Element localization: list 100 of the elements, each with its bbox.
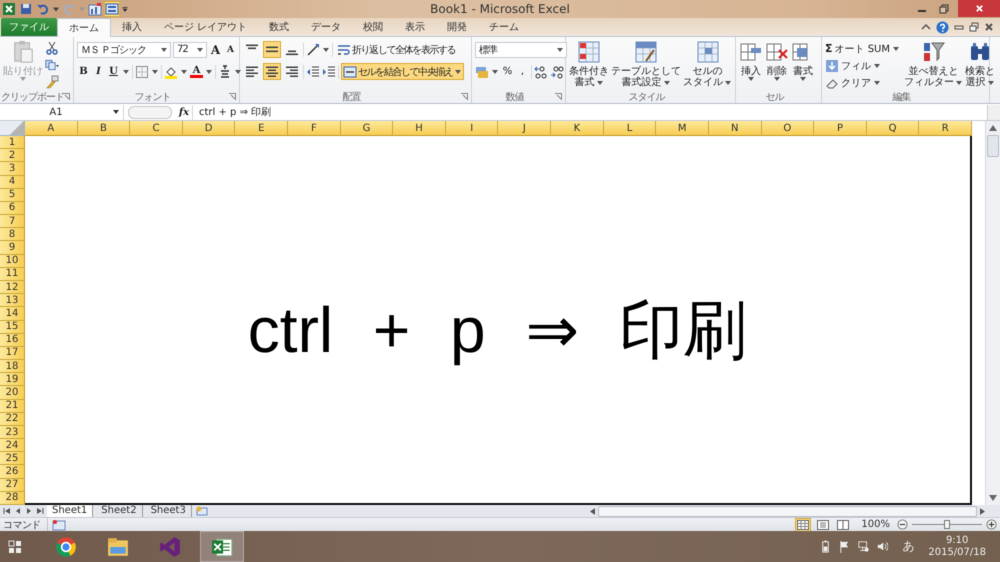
dialog-launcher-icon[interactable] [461,93,468,100]
column-header[interactable]: G [340,121,394,136]
caret-icon[interactable] [206,70,212,74]
row-header[interactable]: 15 [0,320,25,334]
first-sheet-icon[interactable] [3,507,11,515]
save-icon[interactable] [19,2,33,16]
ribbon-tab[interactable]: ホーム [57,18,111,37]
fill-color-icon[interactable] [164,64,178,78]
increase-decimal-icon[interactable] [534,64,548,78]
network-icon[interactable] [858,540,870,553]
clock-date[interactable]: 2015/07/18 [928,546,986,558]
restore-icon[interactable] [969,22,979,32]
ribbon-tab[interactable]: 校閲 [352,18,394,36]
insert-sheet-icon[interactable] [194,506,209,516]
column-header[interactable]: N [708,121,762,136]
fill-button[interactable]: フィル [825,58,881,73]
scrollbar-thumb[interactable] [987,135,999,157]
column-header[interactable]: K [551,121,604,136]
start-icon[interactable] [8,540,22,554]
row-header[interactable]: 28 [0,492,25,505]
font-size-dropdown[interactable]: 72 [173,42,207,58]
cell-style-button[interactable]: セルの スタイル [683,40,732,88]
merge-center-button[interactable]: セルを結合して中央揃え [341,63,464,80]
underline-button[interactable]: U [107,64,120,80]
zoom-out-icon[interactable] [897,519,908,530]
caret-icon[interactable] [181,70,187,74]
spreadsheet-taskbar-button[interactable] [200,531,244,562]
vertical-scrollbar[interactable] [985,121,1000,505]
zoom-slider[interactable] [912,518,982,530]
zoom-in-icon[interactable] [986,519,997,530]
row-header[interactable]: 9 [0,241,25,255]
row-header[interactable]: 3 [0,162,25,176]
flag-icon[interactable] [839,540,850,553]
ribbon-tab[interactable]: 表示 [394,18,436,36]
row-header[interactable]: 1 [0,136,25,150]
ribbon-tab[interactable]: 挿入 [111,18,153,36]
decrease-decimal-icon[interactable] [550,64,564,78]
zoom-level[interactable]: 100% [855,519,893,530]
input-method-indicator[interactable]: あ [896,538,920,555]
column-header[interactable]: D [182,121,236,136]
column-header[interactable]: F [288,121,341,136]
next-sheet-icon[interactable] [25,507,33,515]
ribbon-tab[interactable]: 数式 [258,18,300,36]
borders-icon[interactable] [135,64,149,78]
row-header[interactable]: 14 [0,307,25,320]
speaker-icon[interactable] [877,540,888,553]
format-cells-button[interactable]: 書式 [791,40,815,81]
page-layout-view-icon[interactable] [815,518,832,532]
column-header[interactable]: C [130,121,183,136]
undo-icon[interactable] [36,2,50,16]
caret-icon[interactable] [235,70,241,74]
scroll-right-icon[interactable] [980,508,985,514]
caret-icon[interactable] [53,6,59,12]
ribbon-tab[interactable]: ページ レイアウト [153,18,258,36]
clock-time[interactable]: 9:10 [946,534,968,546]
row-header[interactable]: 6 [0,202,25,216]
insert-cells-button[interactable]: 挿入 [739,40,763,81]
decrease-indent-icon[interactable] [306,64,320,78]
column-header[interactable]: B [78,121,130,136]
table-format-button[interactable]: テーブルとして 書式設定 [611,40,681,88]
row-header[interactable]: 22 [0,412,25,426]
caret-icon[interactable] [123,70,129,74]
column-header[interactable]: R [919,121,972,136]
caret-icon[interactable] [492,70,498,74]
previous-sheet-icon[interactable] [14,507,22,515]
column-header[interactable]: Q [866,121,920,136]
shrink-font-button[interactable]: A [224,42,237,58]
autosum-button[interactable]: Σ オート SUM [825,41,900,56]
copy-icon[interactable] [45,58,59,72]
delete-cells-button[interactable]: 削除 [765,40,789,81]
column-header[interactable]: E [235,121,288,136]
bold-button[interactable]: B [77,64,90,80]
insert-function-button[interactable]: fx [176,106,192,118]
orientation-icon[interactable] [306,42,320,56]
align-middle-icon[interactable] [263,41,281,58]
row-header[interactable]: 2 [0,149,25,162]
dialog-launcher-icon[interactable] [555,93,562,100]
row-header[interactable]: 10 [0,254,25,268]
find-select-button[interactable]: 検索と 選択 [965,40,995,88]
column-header[interactable]: L [604,121,656,136]
scroll-up-icon[interactable] [989,125,997,131]
conditional-format-button[interactable]: 条件付き 書式 [569,40,609,88]
record-macro-icon[interactable] [52,518,66,530]
comma-button[interactable]: , [516,64,529,80]
dialog-launcher-icon[interactable] [229,93,236,100]
align-center-icon[interactable] [263,63,281,80]
ribbon-tab[interactable]: データ [300,18,352,36]
ribbon-tab[interactable]: チーム [478,18,530,36]
last-sheet-icon[interactable] [36,507,44,515]
form-icon[interactable] [105,2,119,16]
format-painter-icon[interactable] [45,75,59,89]
row-header[interactable]: 25 [0,452,25,466]
dialog-launcher-icon[interactable] [63,93,70,100]
close-button[interactable] [958,0,1000,17]
caret-icon[interactable] [323,48,329,52]
scroll-left-icon[interactable] [590,508,595,514]
row-header[interactable]: 21 [0,400,25,413]
normal-view-icon[interactable] [795,518,812,532]
increase-indent-icon[interactable] [322,64,336,78]
row-header[interactable]: 13 [0,294,25,308]
